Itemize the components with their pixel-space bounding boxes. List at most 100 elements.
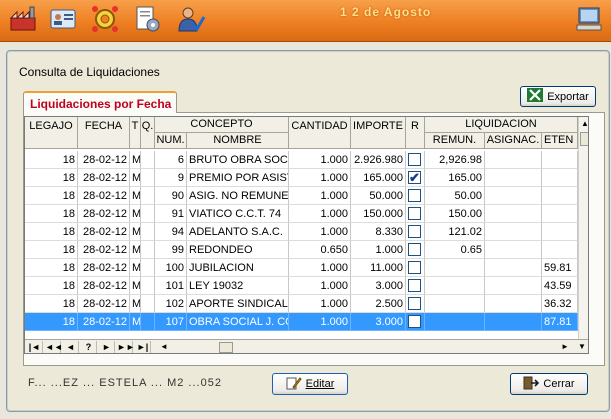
close-label: Cerrar: [543, 378, 575, 390]
document-settings-icon[interactable]: [132, 4, 162, 34]
header-legajo[interactable]: LEGAJO: [25, 117, 78, 149]
nav-button[interactable]: ◄: [63, 341, 79, 353]
cell-nombre: REDONDEO: [187, 241, 289, 259]
header-q[interactable]: Q.: [141, 117, 155, 149]
header-nombre[interactable]: NOMBRE: [187, 133, 289, 149]
cell-nombre: JUBILACION: [187, 259, 289, 277]
cell-legajo: 18: [25, 205, 78, 223]
factory-icon[interactable]: [8, 4, 38, 34]
cell-importe: 11.000: [351, 259, 406, 277]
cell-q: [141, 241, 155, 259]
header-importe[interactable]: IMPORTE: [351, 117, 406, 149]
cell-t: M: [130, 151, 141, 169]
table-row[interactable]: 18 28-02-12 M 9 PREMIO POR ASIST 1.000 165.000…: [25, 169, 578, 187]
header-t[interactable]: T: [130, 117, 141, 149]
nav-button[interactable]: ◄◄: [45, 341, 63, 353]
row-checkbox[interactable]: [408, 297, 421, 310]
cell-r[interactable]: [406, 223, 425, 241]
scroll-left-icon[interactable]: ◄: [160, 342, 168, 351]
scroll-up-icon[interactable]: ▲: [581, 119, 588, 128]
cell-q: [141, 223, 155, 241]
nav-button[interactable]: ►: [99, 341, 115, 353]
cell-cantidad: 1.000: [289, 169, 351, 187]
cell-r[interactable]: [406, 295, 425, 313]
vertical-scrollbar[interactable]: ▲: [578, 117, 588, 339]
cell-r[interactable]: [406, 277, 425, 295]
table-row[interactable]: 18 28-02-12 M 100 JUBILACION 1.000 11.000 59.81: [25, 259, 578, 277]
header-num[interactable]: NUM.: [155, 133, 187, 149]
nav-button[interactable]: ?: [81, 341, 97, 353]
table-row[interactable]: 18 28-02-12 M 99 REDONDEO 0.650 1.000 0.65: [25, 241, 578, 259]
cell-t: M: [130, 313, 141, 331]
table-row[interactable]: 18 28-02-12 M 101 LEY 19032 1.000 3.000 43.59: [25, 277, 578, 295]
nav-button[interactable]: ►|: [135, 341, 151, 353]
header-remun[interactable]: REMUN.: [425, 133, 485, 149]
vertical-scroll-thumb[interactable]: [580, 132, 588, 146]
cell-reten: [542, 241, 578, 259]
row-checkbox[interactable]: [408, 207, 421, 220]
nav-button[interactable]: |◄: [27, 341, 43, 353]
header-concepto[interactable]: CONCEPTO: [155, 117, 289, 133]
header-asignac[interactable]: ASIGNAC.: [485, 133, 542, 149]
header-fecha[interactable]: FECHA: [78, 117, 130, 149]
settings-gear-icon[interactable]: [90, 4, 120, 34]
cell-num: 101: [155, 277, 187, 295]
cell-r[interactable]: [406, 151, 425, 169]
table-row[interactable]: 18 28-02-12 M 91 VIATICO C.C.T. 74 1.000 150.0…: [25, 205, 578, 223]
user-check-icon[interactable]: [176, 4, 206, 34]
row-checkbox[interactable]: [408, 315, 421, 328]
header-r[interactable]: R: [406, 117, 425, 149]
row-checkbox[interactable]: ✔: [408, 171, 421, 184]
table-row[interactable]: 18 28-02-12 M 107 OBRA SOCIAL J. CO 1.000 3.00…: [25, 313, 578, 331]
row-checkbox[interactable]: [408, 279, 421, 292]
cell-t: M: [130, 259, 141, 277]
row-checkbox[interactable]: [408, 243, 421, 256]
id-card-icon[interactable]: [48, 4, 78, 34]
cell-r[interactable]: ✔: [406, 169, 425, 187]
cell-reten: [542, 169, 578, 187]
edit-button[interactable]: Editar: [272, 373, 348, 395]
cell-t: M: [130, 223, 141, 241]
cell-legajo: 18: [25, 223, 78, 241]
cell-asignac: [485, 259, 542, 277]
liquidaciones-grid[interactable]: LEGAJO FECHA T Q. CONCEPTO CANTIDAD IMPO…: [24, 116, 589, 354]
row-checkbox[interactable]: [408, 261, 421, 274]
excel-icon: [527, 88, 544, 105]
table-row[interactable]: 18 28-02-12 M 6 BRUTO OBRA SOCIA 1.000 2.926.9…: [25, 151, 578, 169]
window-title: Consulta de Liquidaciones: [19, 65, 160, 79]
cell-r[interactable]: [406, 187, 425, 205]
cell-r[interactable]: [406, 241, 425, 259]
row-checkbox[interactable]: [408, 153, 421, 166]
row-checkbox[interactable]: [408, 225, 421, 238]
cell-r[interactable]: [406, 259, 425, 277]
table-row[interactable]: 18 28-02-12 M 102 APORTE SINDICAL 1.000 2.500 3…: [25, 295, 578, 313]
cell-cantidad: 1.000: [289, 223, 351, 241]
header-reten[interactable]: ETEN: [542, 133, 578, 149]
scroll-down-icon[interactable]: ▼: [578, 342, 586, 351]
cell-r[interactable]: [406, 205, 425, 223]
row-checkbox[interactable]: [408, 189, 421, 202]
horizontal-scroll-thumb[interactable]: [219, 342, 233, 353]
cell-nombre: ADELANTO S.A.C.: [187, 223, 289, 241]
cell-fecha: 28-02-12: [78, 151, 130, 169]
cell-cantidad: 1.000: [289, 295, 351, 313]
header-cantidad[interactable]: CANTIDAD: [289, 117, 351, 149]
edit-label: Editar: [305, 378, 335, 390]
close-button[interactable]: Cerrar: [510, 373, 588, 395]
cell-importe: 2.500: [351, 295, 406, 313]
cell-reten: [542, 205, 578, 223]
cell-legajo: 18: [25, 169, 78, 187]
computer-icon[interactable]: [574, 4, 604, 34]
cell-asignac: [485, 277, 542, 295]
tab-liquidaciones-por-fecha[interactable]: Liquidaciones por Fecha: [23, 91, 177, 113]
cell-num: 107: [155, 313, 187, 331]
header-liquidacion[interactable]: LIQUIDACION: [425, 117, 578, 133]
table-row[interactable]: 18 28-02-12 M 90 ASIG. NO REMUNER 1.000 50.000…: [25, 187, 578, 205]
nav-button[interactable]: ►►: [117, 341, 135, 353]
cell-importe: 2.926.980: [351, 151, 406, 169]
table-row[interactable]: 18 28-02-12 M 94 ADELANTO S.A.C. 1.000 8.330 12…: [25, 223, 578, 241]
export-button[interactable]: Exportar: [520, 86, 596, 107]
scroll-right-icon[interactable]: ►: [561, 342, 569, 351]
cell-r[interactable]: [406, 313, 425, 331]
cell-nombre: APORTE SINDICAL: [187, 295, 289, 313]
